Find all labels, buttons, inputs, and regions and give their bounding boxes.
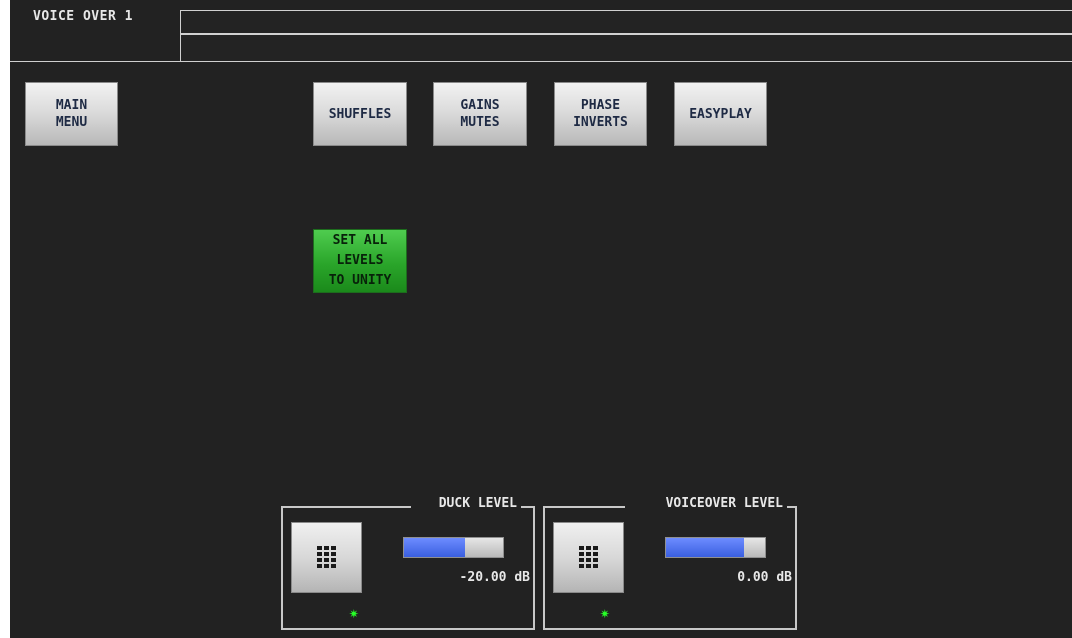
phase-inverts-button[interactable]: PHASE INVERTS bbox=[554, 82, 647, 146]
status-bar-top bbox=[180, 10, 1072, 34]
keypad-icon bbox=[316, 545, 336, 568]
duck-level-keypad-button[interactable] bbox=[291, 522, 362, 593]
voiceover-level-value: 0.00 dB bbox=[737, 570, 792, 585]
group-top-rule-end bbox=[521, 506, 533, 508]
voiceover-level-label: VOICEOVER LEVEL bbox=[665, 496, 783, 511]
status-star-icon: ✷ bbox=[600, 603, 610, 622]
duck-level-meter[interactable] bbox=[403, 537, 504, 558]
set-all-levels-to-unity-button[interactable]: SET ALL LEVELS TO UNITY bbox=[313, 229, 407, 293]
keypad-icon bbox=[578, 545, 598, 568]
duck-level-value: -20.00 dB bbox=[459, 570, 530, 585]
status-star-icon: ✷ bbox=[349, 603, 359, 622]
screen: VOICE OVER 1 MAIN MENU SHUFFLES GAINS MU… bbox=[0, 0, 1072, 638]
shuffles-button[interactable]: SHUFFLES bbox=[313, 82, 407, 146]
main-menu-button[interactable]: MAIN MENU bbox=[25, 82, 118, 146]
voiceover-level-meter[interactable] bbox=[665, 537, 766, 558]
easyplay-button[interactable]: EASYPLAY bbox=[674, 82, 767, 146]
voiceover-level-group: VOICEOVER LEVEL 0.00 dB ✷ bbox=[543, 496, 797, 630]
status-bar-bottom bbox=[180, 34, 1072, 62]
window-title: VOICE OVER 1 bbox=[33, 9, 133, 24]
group-top-rule-end bbox=[787, 506, 795, 508]
duck-level-group: DUCK LEVEL -20.00 dB ✷ bbox=[281, 496, 535, 630]
voiceover-level-keypad-button[interactable] bbox=[553, 522, 624, 593]
voiceover-level-meter-fill bbox=[666, 538, 745, 557]
group-top-rule bbox=[545, 506, 625, 508]
duck-level-meter-fill bbox=[404, 538, 466, 557]
duck-level-label: DUCK LEVEL bbox=[438, 496, 517, 511]
gains-mutes-button[interactable]: GAINS MUTES bbox=[433, 82, 527, 146]
group-top-rule bbox=[283, 506, 411, 508]
title-divider bbox=[10, 61, 180, 62]
control-panel bbox=[10, 0, 1072, 638]
